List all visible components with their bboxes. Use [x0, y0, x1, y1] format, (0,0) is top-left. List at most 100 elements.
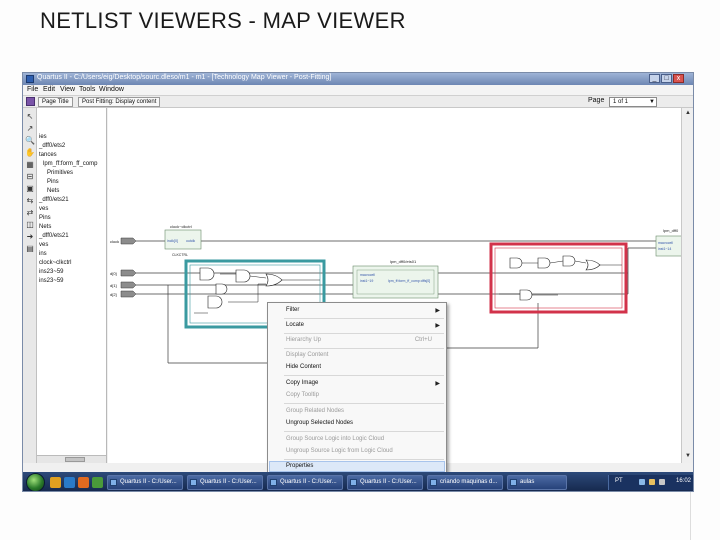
- hierarchy-item[interactable]: _dff0/ets21: [39, 197, 69, 203]
- taskbar-task[interactable]: aulas: [507, 475, 567, 490]
- system-tray: PT 16:02: [608, 475, 693, 490]
- fit-icon[interactable]: ▣: [25, 184, 35, 193]
- menu-tools[interactable]: Tools: [79, 86, 95, 93]
- tray-icon[interactable]: [659, 479, 665, 485]
- menu-display-content[interactable]: Display Content: [286, 352, 328, 358]
- menu-copy-tooltip[interactable]: Copy Tooltip: [286, 392, 319, 398]
- hierarchy-item[interactable]: _dff0/ets2: [39, 143, 65, 149]
- app-icon: [510, 479, 517, 486]
- page-label: Page: [588, 97, 605, 104]
- close-button[interactable]: x: [673, 74, 684, 83]
- window-titlebar[interactable]: Quartus II - C:/Users/eig/Desktop/sourc.…: [23, 73, 693, 85]
- and-gate-icon: [519, 289, 533, 301]
- grid-icon[interactable]: ▦: [25, 160, 35, 169]
- quick-launch-icon[interactable]: [64, 477, 75, 488]
- context-menu: Filter ▶ Locate ▶ Hierarchy Up Ctrl+U Di…: [267, 302, 447, 473]
- clkctrl-title: clock~clkctrl: [170, 224, 192, 229]
- hierarchy-item[interactable]: ins23~59: [39, 278, 64, 284]
- hierarchy-item[interactable]: Primitives: [47, 170, 73, 176]
- collapse-icon[interactable]: ⊟: [25, 172, 35, 181]
- menu-ungroup-source-logic[interactable]: Ungroup Source Logic from Logic Cloud: [286, 448, 393, 454]
- network-icon[interactable]: [639, 479, 645, 485]
- menu-group-related-nodes[interactable]: Group Related Nodes: [286, 408, 344, 414]
- taskbar-task[interactable]: criando maquinas d...: [427, 475, 503, 490]
- volume-icon[interactable]: [649, 479, 655, 485]
- menu-copy-image[interactable]: Copy Image: [286, 380, 318, 386]
- hierarchy-item[interactable]: Nets: [47, 188, 59, 194]
- input-pin-d2[interactable]: d[2]: [110, 290, 137, 298]
- netlist-viewer-icon[interactable]: [26, 97, 35, 106]
- menu-window[interactable]: Window: [99, 86, 124, 93]
- hierarchy-item[interactable]: ies: [39, 134, 47, 140]
- taskbar-task[interactable]: Quartus II - C:/User...: [187, 475, 263, 490]
- zoom-in-icon[interactable]: ↗: [25, 124, 35, 133]
- quick-launch-icon[interactable]: [78, 477, 89, 488]
- post-fitting-button[interactable]: Post Fitting: Display content: [78, 97, 161, 107]
- arrow-icon[interactable]: ➜: [25, 232, 35, 241]
- swap-icon[interactable]: ⇆: [25, 196, 35, 205]
- task-label: Quartus II - C:/User...: [360, 479, 417, 485]
- hierarchy-horizontal-scrollbar[interactable]: [37, 455, 106, 463]
- page-select-value: 1 of 1: [613, 99, 629, 105]
- hierarchy-item[interactable]: _dff0/ets21: [39, 233, 69, 239]
- panel-icon[interactable]: ◫: [25, 220, 35, 229]
- taskbar-task[interactable]: Quartus II - C:/User...: [267, 475, 343, 490]
- hierarchy-item[interactable]: clock~clkctrl: [39, 260, 72, 266]
- page-title-button[interactable]: Page Title: [38, 97, 73, 107]
- menu-properties[interactable]: Properties: [286, 463, 313, 469]
- taskbar-task[interactable]: Quartus II - C:/User...: [107, 475, 183, 490]
- hierarchy-item[interactable]: lpm_ff:form_ff_comp: [43, 161, 97, 167]
- pin-label: clock: [110, 239, 119, 244]
- swap-icon[interactable]: ⇄: [25, 208, 35, 217]
- hierarchy-item[interactable]: Pins: [39, 215, 51, 221]
- and-gate-icon: [235, 269, 251, 283]
- input-pin-d0[interactable]: d[0]: [110, 269, 137, 277]
- taskbar-task[interactable]: Quartus II - C:/User...: [347, 475, 423, 490]
- pin-label: d[1]: [110, 283, 117, 288]
- input-pin-d1[interactable]: d[1]: [110, 281, 137, 289]
- scroll-down-icon[interactable]: ▼: [684, 453, 692, 461]
- canvas-vertical-scrollbar[interactable]: ▲ ▼: [681, 108, 693, 463]
- hierarchy-item[interactable]: Pins: [47, 179, 59, 185]
- hierarchy-item[interactable]: ves: [39, 242, 48, 248]
- hand-icon[interactable]: ✋: [25, 148, 35, 157]
- menu-separator: [284, 459, 444, 460]
- taskbar-clock: 16:02: [675, 478, 691, 484]
- window-title: Quartus II - C:/Users/eig/Desktop/sourc.…: [37, 74, 332, 81]
- and-gate-icon: [562, 255, 576, 267]
- hierarchy-item[interactable]: ins23~59: [39, 269, 64, 275]
- menu-hide-content[interactable]: Hide Content: [286, 364, 321, 370]
- quick-launch-icon[interactable]: [92, 477, 103, 488]
- scroll-up-icon[interactable]: ▲: [684, 110, 692, 118]
- page-select[interactable]: 1 of 1 ▼: [609, 97, 657, 107]
- scrollbar-thumb[interactable]: [65, 457, 85, 462]
- quick-launch-icon[interactable]: [50, 477, 61, 488]
- maximize-button[interactable]: □: [661, 74, 672, 83]
- hierarchy-item[interactable]: ves: [39, 206, 48, 212]
- slide-title: NETLIST VIEWERS - MAP VIEWER: [40, 8, 406, 33]
- language-indicator[interactable]: PT: [615, 478, 623, 484]
- zoom-icon[interactable]: 🔍: [25, 136, 35, 145]
- menu-separator: [284, 375, 444, 376]
- windows-taskbar: Quartus II - C:/User... Quartus II - C:/U…: [23, 472, 693, 491]
- input-pin-clock[interactable]: clock: [110, 237, 137, 245]
- menu-file[interactable]: File: [27, 86, 38, 93]
- hierarchy-item[interactable]: Nets: [39, 224, 51, 230]
- menu-view[interactable]: View: [60, 86, 75, 93]
- task-label: Quartus II - C:/User...: [120, 479, 177, 485]
- block-line: inst1~19: [360, 279, 373, 283]
- menu-filter[interactable]: Filter: [286, 307, 299, 313]
- layer-icon[interactable]: ▤: [25, 244, 35, 253]
- block-line: macrocell: [360, 273, 375, 277]
- menu-locate[interactable]: Locate: [286, 322, 304, 328]
- chevron-down-icon: ▼: [649, 99, 655, 105]
- select-icon[interactable]: ↖: [25, 112, 35, 121]
- minimize-button[interactable]: _: [649, 74, 660, 83]
- menu-hierarchy-up[interactable]: Hierarchy Up: [286, 337, 321, 343]
- menu-ungroup-selected-nodes[interactable]: Ungroup Selected Nodes: [286, 420, 353, 426]
- menu-edit[interactable]: Edit: [43, 86, 55, 93]
- start-button[interactable]: [26, 473, 45, 491]
- hierarchy-item[interactable]: ins: [39, 251, 47, 257]
- menu-group-source-logic[interactable]: Group Source Logic into Logic Cloud: [286, 436, 384, 442]
- hierarchy-item[interactable]: tances: [39, 152, 57, 158]
